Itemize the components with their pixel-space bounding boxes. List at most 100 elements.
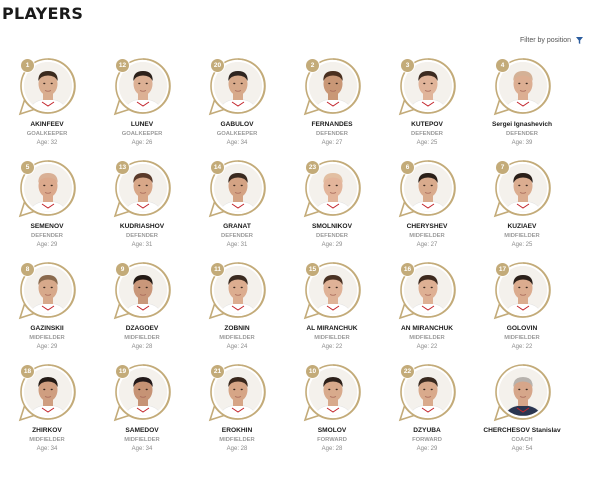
player-position: DEFENDER [411,131,443,137]
player-photo: 22 [398,364,456,422]
player-card[interactable]: 22 DZYUBA FORWARD Age: 29 [387,361,467,461]
player-card[interactable]: 16 AN MIRANCHUK MIDFIELDER Age: 22 [387,259,467,359]
age-value: 29 [50,344,58,350]
players-page: PLAYERS Filter by position 1 AKINFEEV GO… [0,0,592,483]
player-photo: 2 [303,58,361,116]
player-age: Age: 26 [102,140,182,146]
player-age: Age: 31 [102,242,182,248]
player-position: FORWARD [317,437,347,443]
player-number-badge: 9 [115,262,130,277]
player-photo: 8 [18,262,76,320]
player-name: SAMEDOV [125,427,159,434]
player-position: MIDFIELDER [314,335,350,341]
player-photo: 18 [18,364,76,422]
player-card[interactable]: 4 Sergei Ignashevich DEFENDER Age: 39 [482,55,562,155]
player-number-badge: 1 [20,58,35,73]
player-card[interactable]: 7 KUZIAEV MIDFIELDER Age: 25 [482,157,562,257]
player-card[interactable]: 18 ZHIRKOV MIDFIELDER Age: 34 [7,361,87,461]
player-card[interactable]: 6 CHERYSHEV MIDFIELDER Age: 27 [387,157,467,257]
player-number-badge: 7 [495,160,510,175]
player-age: Age: 54 [482,446,562,452]
player-photo: 3 [398,58,456,116]
age-value: 54 [525,446,533,452]
player-age: Age: 22 [482,344,562,350]
player-age: Age: 28 [197,446,277,452]
player-number-badge: 12 [115,58,130,73]
player-card[interactable]: 13 KUDRIASHOV DEFENDER Age: 31 [102,157,182,257]
age-value: 39 [525,140,533,146]
age-value: 22 [335,344,343,350]
player-position: DEFENDER [31,233,63,239]
player-age: Age: 29 [7,242,87,248]
player-photo: 21 [208,364,266,422]
player-name: FERNANDES [311,121,353,128]
player-age: Age: 32 [7,140,87,146]
player-card[interactable]: 21 EROKHIN MIDFIELDER Age: 28 [197,361,277,461]
player-card[interactable]: 12 LUNEV GOALKEEPER Age: 26 [102,55,182,155]
player-name: GOLOVIN [506,325,538,332]
filter-icon [576,37,583,44]
player-name: SEMENOV [30,223,64,230]
player-card[interactable]: 2 FERNANDES DEFENDER Age: 27 [292,55,372,155]
player-name: LUNEV [130,121,154,128]
player-card[interactable]: 8 GAZINSKII MIDFIELDER Age: 29 [7,259,87,359]
player-number-badge: 13 [115,160,130,175]
age-label: Age: [36,344,49,350]
player-position: DEFENDER [126,233,158,239]
player-name: CHERYSHEV [406,223,448,230]
player-card[interactable]: 14 GRANAT DEFENDER Age: 31 [197,157,277,257]
age-value: 32 [50,140,58,146]
age-value: 27 [335,140,343,146]
filter-by-position-button[interactable]: Filter by position [520,37,583,44]
player-card[interactable]: 5 SEMENOV DEFENDER Age: 29 [7,157,87,257]
player-number-badge: 20 [210,58,225,73]
age-value: 31 [145,242,153,248]
age-value: 34 [145,446,153,452]
player-card[interactable]: 19 SAMEDOV MIDFIELDER Age: 34 [102,361,182,461]
player-card[interactable]: CHERCHESOV Stanislav COACH Age: 54 [482,361,562,461]
player-card[interactable]: 1 AKINFEEV GOALKEEPER Age: 32 [7,55,87,155]
player-photo [493,364,551,422]
age-label: Age: [511,344,524,350]
player-age: Age: 27 [387,242,467,248]
player-position: MIDFIELDER [219,335,255,341]
player-card[interactable]: 17 GOLOVIN MIDFIELDER Age: 22 [482,259,562,359]
page-title: PLAYERS [2,4,84,23]
player-position: MIDFIELDER [409,335,445,341]
player-position: MIDFIELDER [29,335,65,341]
player-number-badge: 14 [210,160,225,175]
age-label: Age: [226,242,239,248]
player-card[interactable]: 20 GABULOV GOALKEEPER Age: 34 [197,55,277,155]
age-label: Age: [226,344,239,350]
player-number-badge: 22 [400,364,415,379]
player-name: AN MIRANCHUK [400,325,453,332]
player-name: AKINFEEV [30,121,64,128]
age-value: 26 [145,140,153,146]
player-name: GRANAT [223,223,251,230]
player-photo: 1 [18,58,76,116]
player-age: Age: 39 [482,140,562,146]
player-photo: 10 [303,364,361,422]
player-age: Age: 22 [387,344,467,350]
player-name: GAZINSKII [30,325,64,332]
player-name: SMOLOV [317,427,347,434]
age-value: 28 [145,344,153,350]
age-label: Age: [131,242,144,248]
player-card[interactable]: 23 SMOLNIKOV DEFENDER Age: 29 [292,157,372,257]
age-value: 22 [525,344,533,350]
player-photo: 7 [493,160,551,218]
player-age: Age: 34 [102,446,182,452]
age-label: Age: [36,140,49,146]
player-number-badge: 6 [400,160,415,175]
player-card[interactable]: 10 SMOLOV FORWARD Age: 28 [292,361,372,461]
player-age: Age: 34 [7,446,87,452]
player-position: MIDFIELDER [409,233,445,239]
age-label: Age: [36,242,49,248]
age-value: 25 [430,140,438,146]
player-card[interactable]: 3 KUTEPOV DEFENDER Age: 25 [387,55,467,155]
player-card[interactable]: 11 ZOBNIN MIDFIELDER Age: 24 [197,259,277,359]
player-card[interactable]: 9 DZAGOEV MIDFIELDER Age: 28 [102,259,182,359]
player-photo: 23 [303,160,361,218]
player-age: Age: 29 [292,242,372,248]
player-card[interactable]: 15 AL MIRANCHUK MIDFIELDER Age: 22 [292,259,372,359]
